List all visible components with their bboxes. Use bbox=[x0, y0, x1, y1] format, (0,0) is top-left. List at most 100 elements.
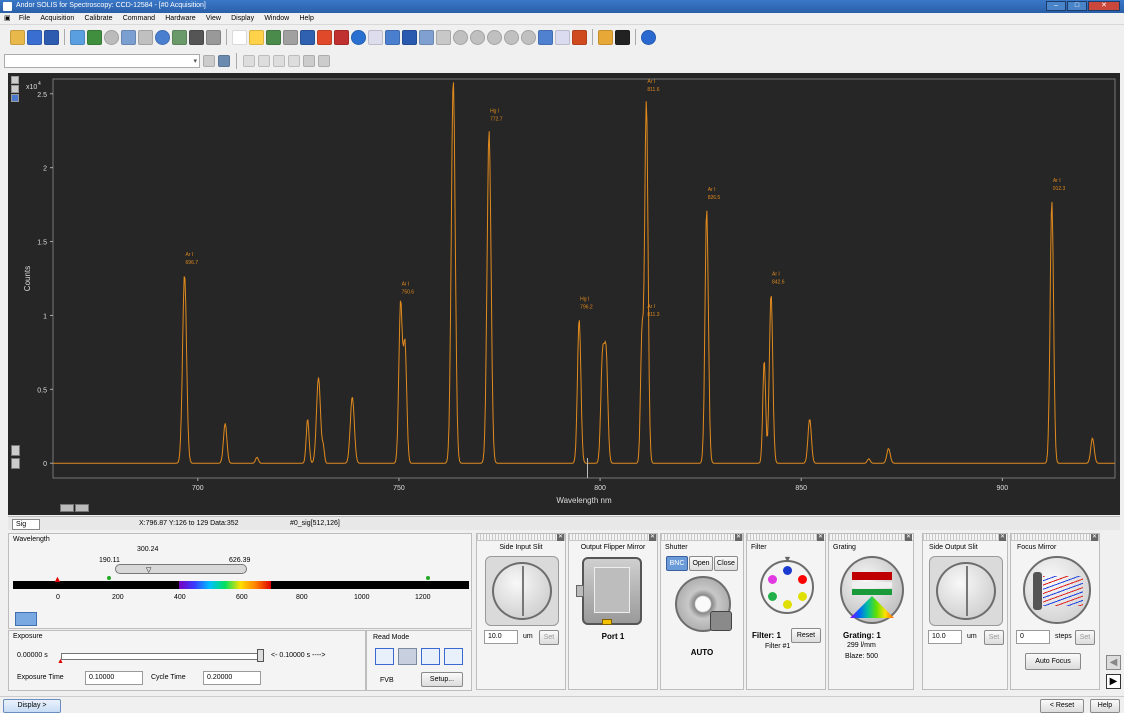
filter-reset-button[interactable]: Reset bbox=[791, 628, 821, 643]
filter-wheel-icon[interactable] bbox=[760, 560, 814, 614]
process-icon[interactable] bbox=[538, 29, 553, 45]
side-output-slit-set-button[interactable]: Set bbox=[984, 630, 1004, 645]
image-icon[interactable] bbox=[189, 29, 204, 45]
panel-grip[interactable]: ✕ bbox=[477, 534, 565, 541]
calibrate-icon[interactable] bbox=[555, 29, 570, 45]
spectrum-plot[interactable]: 0 0.5 1 1.5 2 2.5 700 750 800 850 900 Wavelength nm… bbox=[8, 73, 1120, 515]
chart-icon[interactable] bbox=[206, 29, 221, 45]
minimize-button[interactable]: – bbox=[1046, 1, 1066, 11]
close-icon[interactable]: ✕ bbox=[1091, 534, 1098, 541]
track-mode-icon[interactable] bbox=[421, 648, 440, 665]
bnc-button[interactable]: BNC bbox=[666, 556, 688, 571]
menu-help[interactable]: Help bbox=[295, 13, 317, 25]
region-icon[interactable] bbox=[232, 29, 247, 45]
close-button[interactable]: ✕ bbox=[1088, 1, 1120, 11]
wavelength-range-slider[interactable]: ▽ bbox=[115, 564, 247, 574]
focus-mirror-set-button[interactable]: Set bbox=[1075, 630, 1095, 645]
panel-grip[interactable]: ✕ bbox=[829, 534, 913, 541]
flipper-mirror-icon[interactable] bbox=[576, 557, 642, 625]
contrast-icon[interactable] bbox=[615, 29, 630, 45]
grid-icon[interactable] bbox=[172, 29, 187, 45]
slit-dial-icon[interactable] bbox=[936, 562, 996, 620]
stop-icon[interactable] bbox=[334, 29, 349, 45]
scale-up-icon[interactable] bbox=[11, 445, 20, 456]
report-icon[interactable] bbox=[138, 29, 153, 45]
fvb-mode-icon[interactable] bbox=[375, 648, 394, 665]
no-entry-icon[interactable] bbox=[104, 29, 119, 45]
edit-icon[interactable] bbox=[203, 54, 215, 67]
cursor-mode-icon[interactable] bbox=[11, 76, 19, 84]
setup-acquisition-icon[interactable] bbox=[70, 29, 85, 45]
graph-icon[interactable] bbox=[385, 29, 400, 45]
pause-icon[interactable] bbox=[487, 29, 502, 45]
exposure-time-input[interactable]: 0.10000 bbox=[85, 671, 143, 685]
multi-track-mode-icon[interactable] bbox=[444, 648, 463, 665]
scroll-right-icon[interactable]: ▶ bbox=[1106, 674, 1121, 689]
close-icon[interactable]: ✕ bbox=[649, 534, 656, 541]
open-button[interactable]: Open bbox=[689, 556, 713, 571]
panel-grip[interactable]: ✕ bbox=[569, 534, 657, 541]
peak-label-icon[interactable] bbox=[300, 29, 315, 45]
play-icon[interactable] bbox=[470, 29, 485, 45]
help-button[interactable]: Help bbox=[1090, 699, 1120, 713]
refresh-icon[interactable] bbox=[710, 611, 732, 631]
menu-display[interactable]: Display bbox=[227, 13, 258, 25]
close-icon[interactable]: ✕ bbox=[999, 534, 1006, 541]
save-as-icon[interactable] bbox=[44, 29, 59, 45]
undo-icon[interactable] bbox=[288, 54, 300, 67]
autoscale-icon[interactable] bbox=[121, 29, 136, 45]
info-icon[interactable] bbox=[351, 29, 366, 45]
exposure-slider-thumb[interactable] bbox=[257, 649, 264, 662]
zoom-out-icon[interactable] bbox=[266, 29, 281, 45]
palette-icon[interactable] bbox=[598, 29, 613, 45]
reset-button[interactable]: < Reset bbox=[1040, 699, 1084, 713]
maximize-button[interactable]: □ bbox=[1067, 1, 1087, 11]
focus-mirror-value[interactable]: 0 bbox=[1016, 630, 1050, 644]
exposure-slider[interactable] bbox=[61, 653, 261, 660]
menu-hardware[interactable]: Hardware bbox=[161, 13, 199, 25]
checkbox-icon[interactable] bbox=[11, 94, 19, 102]
spectrum-icon[interactable] bbox=[572, 29, 587, 45]
menu-command[interactable]: Command bbox=[119, 13, 159, 25]
record-icon[interactable] bbox=[453, 29, 468, 45]
sig-tab[interactable]: Sig bbox=[12, 519, 40, 530]
side-input-slit-value[interactable]: 10.0 bbox=[484, 630, 518, 644]
scroll-left-icon[interactable]: ◀ bbox=[1106, 655, 1121, 670]
acquisition-combo[interactable]: ▾ bbox=[4, 53, 200, 68]
picture-icon[interactable] bbox=[218, 54, 230, 67]
close-icon[interactable]: ✕ bbox=[557, 534, 564, 541]
cut-icon[interactable] bbox=[243, 54, 255, 67]
spectrum-chart[interactable]: 0 0.5 1 1.5 2 2.5 700 750 800 850 900 Wavelength nm… bbox=[8, 73, 1120, 515]
close-icon[interactable]: ✕ bbox=[905, 534, 912, 541]
find-icon[interactable] bbox=[303, 54, 315, 67]
setup-button[interactable]: Setup... bbox=[421, 672, 463, 687]
close-icon[interactable]: ✕ bbox=[735, 534, 742, 541]
step-icon[interactable] bbox=[504, 29, 519, 45]
cycle-time-input[interactable]: 0.20000 bbox=[203, 671, 261, 685]
zoom-mode-icon[interactable] bbox=[11, 85, 19, 93]
fit-icon[interactable] bbox=[283, 29, 298, 45]
x-zoom-in-icon[interactable] bbox=[75, 504, 89, 512]
wavelength-tool-icon[interactable] bbox=[15, 612, 37, 626]
stop-circle-icon[interactable] bbox=[521, 29, 536, 45]
menu-view[interactable]: View bbox=[202, 13, 225, 25]
help-icon[interactable] bbox=[641, 29, 656, 45]
grating-icon[interactable] bbox=[840, 556, 904, 624]
panel-grip[interactable]: ✕ bbox=[1011, 534, 1099, 541]
auto-focus-button[interactable]: Auto Focus bbox=[1025, 653, 1081, 670]
camera-icon[interactable] bbox=[87, 29, 102, 45]
open-folder-icon[interactable] bbox=[10, 29, 25, 45]
menu-calibrate[interactable]: Calibrate bbox=[80, 13, 116, 25]
save-icon[interactable] bbox=[27, 29, 42, 45]
scale-down-icon[interactable] bbox=[11, 458, 20, 469]
side-output-slit-value[interactable]: 10.0 bbox=[928, 630, 962, 644]
paste-icon[interactable] bbox=[273, 54, 285, 67]
menu-window[interactable]: Window bbox=[260, 13, 293, 25]
overlay-icon[interactable] bbox=[402, 29, 417, 45]
find-next-icon[interactable] bbox=[318, 54, 330, 67]
panel-grip[interactable]: ✕ bbox=[747, 534, 825, 541]
close-shutter-button[interactable]: Close bbox=[714, 556, 738, 571]
wave-icon[interactable] bbox=[436, 29, 451, 45]
copy-icon[interactable] bbox=[258, 54, 270, 67]
bar-chart-icon[interactable] bbox=[317, 29, 332, 45]
